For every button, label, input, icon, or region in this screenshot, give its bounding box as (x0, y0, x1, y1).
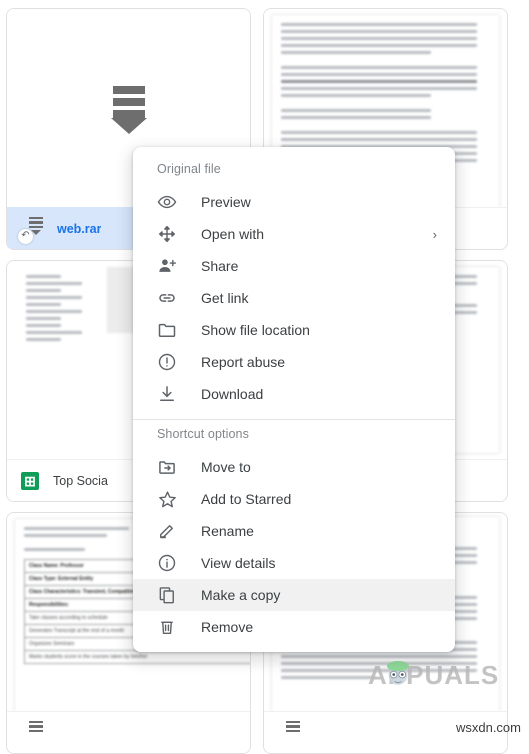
rar-archive-glyph-icon (107, 84, 151, 134)
open-with-icon (155, 222, 179, 246)
shortcut-badge-icon: ↶ (18, 228, 33, 244)
menu-item-preview[interactable]: Preview (133, 186, 455, 218)
menu-item-make-a-copy[interactable]: Make a copy (133, 579, 455, 611)
menu-item-label: Move to (201, 459, 251, 475)
menu-item-label: Preview (201, 194, 251, 210)
menu-item-move-to[interactable]: Move to (133, 451, 455, 483)
menu-item-get-link[interactable]: Get link (133, 282, 455, 314)
trash-icon (155, 615, 179, 639)
file-name: web.rar (57, 221, 102, 236)
context-menu[interactable]: Original file Preview Open with › Share … (133, 147, 455, 652)
menu-item-label: Make a copy (201, 587, 281, 603)
menu-item-rename[interactable]: Rename (133, 515, 455, 547)
file-card-footer (7, 711, 250, 753)
folder-icon (155, 318, 179, 342)
person-add-icon (155, 254, 179, 278)
site-watermark: wsxdn.com (455, 720, 521, 735)
eye-icon (155, 190, 179, 214)
menu-item-label: View details (201, 555, 276, 571)
document-icon (278, 720, 300, 745)
google-sheets-icon: ⊞ (21, 471, 39, 490)
menu-item-label: Add to Starred (201, 491, 292, 507)
spreadsheet-preview (17, 267, 113, 355)
move-to-folder-icon (155, 455, 179, 479)
copy-icon (155, 583, 179, 607)
download-icon (155, 382, 179, 406)
info-icon (155, 551, 179, 575)
menu-item-label: Show file location (201, 322, 310, 338)
report-abuse-icon (155, 350, 179, 374)
menu-item-view-details[interactable]: View details (133, 547, 455, 579)
menu-item-label: Share (201, 258, 239, 274)
menu-item-add-to-starred[interactable]: Add to Starred (133, 483, 455, 515)
menu-item-open-with[interactable]: Open with › (133, 218, 455, 250)
file-name: Top Socia (53, 473, 108, 488)
menu-item-label: Rename (201, 523, 254, 539)
menu-item-report-abuse[interactable]: Report abuse (133, 346, 455, 378)
star-icon (155, 487, 179, 511)
menu-item-label: Get link (201, 290, 249, 306)
menu-item-label: Open with (201, 226, 265, 242)
menu-item-download[interactable]: Download (133, 378, 455, 410)
menu-item-remove[interactable]: Remove (133, 611, 455, 643)
rar-shortcut-icon: ↶ (18, 216, 43, 244)
chevron-right-icon: › (432, 226, 437, 242)
link-icon (155, 286, 179, 310)
document-icon (21, 720, 43, 745)
menu-item-share[interactable]: Share (133, 250, 455, 282)
pencil-icon (155, 519, 179, 543)
menu-item-label: Report abuse (201, 354, 286, 370)
menu-section-label-original-file: Original file (157, 162, 221, 176)
menu-section-label-shortcut-options: Shortcut options (157, 427, 249, 441)
menu-item-show-file-location[interactable]: Show file location (133, 314, 455, 346)
menu-item-label: Download (201, 386, 264, 402)
menu-item-label: Remove (201, 619, 254, 635)
